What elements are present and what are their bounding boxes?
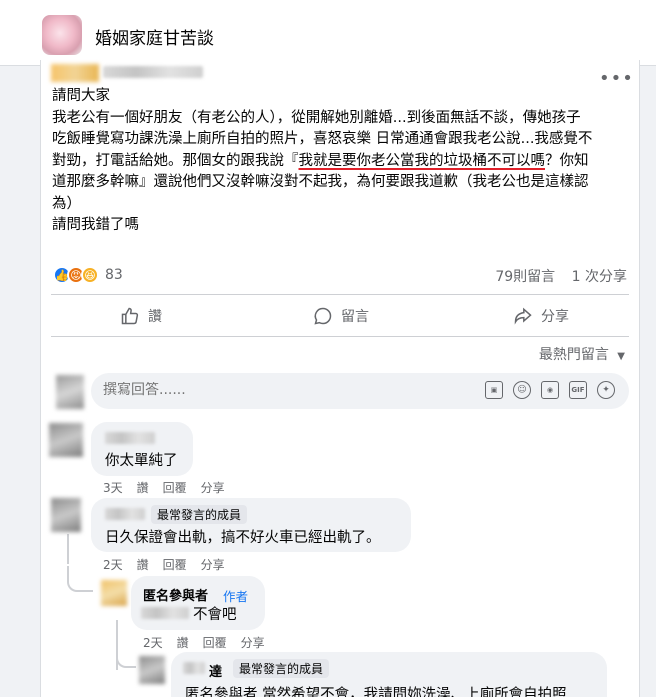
thread-line [67, 534, 69, 564]
comment-meta: 2天 讚 回覆 分享 [143, 634, 265, 651]
comment-bubble: 你太單純了 [91, 422, 193, 476]
thread-line [67, 566, 93, 592]
comment-time[interactable]: 3天 [103, 479, 123, 496]
divider [51, 294, 629, 295]
avatar[interactable] [49, 423, 83, 457]
comment-like-button[interactable]: 讚 [177, 634, 189, 651]
share-button[interactable]: 分享 [441, 298, 641, 334]
comment-meta: 2天 讚 回覆 分享 [103, 556, 225, 573]
comment-reply-button[interactable]: 回覆 [163, 479, 187, 496]
comment-meta: 3天 讚 回覆 分享 [103, 479, 225, 496]
post-line: 道那麼多幹嘛』還說他們又沒幹嘛沒對不起我，為何要跟我道歉（我老公也是這樣認 [52, 174, 589, 190]
group-header: 婚姻家庭甘苦談 [0, 0, 656, 66]
post-line: 對勁，打電話給她。那個女的跟我說『我就是要你老公當我的垃圾桶不可以嗎？你知 [52, 151, 632, 173]
comment-time[interactable]: 2天 [143, 634, 163, 651]
post-line-post: ？你知 [545, 152, 589, 169]
post-card: ••• 請問大家 我老公有一個好朋友（有老公的人），從開解她別離婚...到後面無… [40, 60, 640, 697]
sort-dropdown[interactable]: 最熱門留言 ▼ [539, 344, 625, 364]
post-author-blurred [51, 62, 206, 84]
like-label: 讚 [148, 309, 162, 325]
reactions[interactable]: 👍 😡 😆 83 [53, 265, 123, 285]
emoji-icon[interactable]: ☺ [513, 381, 531, 399]
post-line: 為） [52, 195, 81, 212]
chevron-down-icon: ▼ [617, 351, 625, 362]
comment-like-button[interactable]: 讚 [137, 479, 149, 496]
post-actions: 讚 留言 分享 [41, 298, 641, 334]
top-contributor-badge: 最常發言的成員 [151, 505, 248, 524]
commenter-name-blurred [105, 508, 145, 520]
post-line-pre: 對勁，打電話給她。那個女的跟我說『 [52, 152, 299, 169]
comment-count[interactable]: 79則留言 [495, 269, 555, 285]
camera-icon[interactable]: ◉ [541, 381, 559, 399]
share-count[interactable]: 1 次分享 [572, 269, 627, 285]
comment-text: 匿名參與者 當然希望不會，我請問妳洗澡、上廁所會自拍照 [185, 687, 567, 697]
post-line-underlined: 我就是要你老公當我的垃圾桶不可以嗎 [298, 152, 546, 169]
composer-icons: ▣ ☺ ◉ GIF ✦ [485, 381, 615, 399]
mention-blurred [141, 607, 189, 619]
like-button[interactable]: 讚 [41, 298, 241, 334]
share-icon [514, 307, 532, 325]
comment-like-button[interactable]: 讚 [137, 556, 149, 573]
comment-bubble: 最常發言的成員 日久保證會出軌，搞不好火車已經出軌了。 [91, 498, 411, 552]
comment-text: 日久保證會出軌，搞不好火車已經出軌了。 [105, 530, 381, 546]
gif-icon[interactable]: GIF [569, 381, 587, 399]
share-label: 分享 [541, 309, 569, 325]
commenter-name[interactable]: 匿名參與者 [143, 585, 208, 604]
like-icon [121, 307, 139, 325]
post-line: 吃飯睡覺寫功課洗澡上廁所自拍的照片，喜怒哀樂 日常通通會跟我老公說...我感覺不 [52, 131, 593, 147]
thread-line [116, 644, 136, 668]
divider [51, 336, 629, 337]
commenter-name-blurred [105, 432, 155, 444]
comment-button[interactable]: 留言 [241, 298, 441, 334]
comment-reply-button[interactable]: 回覆 [203, 634, 227, 651]
comment-share-button[interactable]: 分享 [201, 556, 225, 573]
comment-reply-button[interactable]: 回覆 [163, 556, 187, 573]
haha-reaction-icon: 😆 [81, 266, 99, 284]
comment-text: 你太單純了 [105, 453, 178, 469]
comment-text: 不會吧 [193, 607, 237, 623]
post-body: 請問大家 我老公有一個好朋友（有老公的人），從開解她別離婚...到後面無話不談，… [52, 86, 632, 237]
sort-label: 最熱門留言 [538, 347, 609, 363]
group-avatar[interactable] [42, 15, 82, 55]
avatar[interactable] [139, 656, 165, 684]
comment-bubble: 達 最常發言的成員 匿名參與者 當然希望不會，我請問妳洗澡、上廁所會自拍照 [171, 652, 607, 697]
post-line: 我老公有一個好朋友（有老公的人），從開解她別離婚...到後面無話不談，傳她孩子 [52, 109, 581, 126]
comment-composer[interactable]: ▣ ☺ ◉ GIF ✦ [91, 373, 629, 409]
avatar-sticker-icon[interactable]: ▣ [485, 381, 503, 399]
comment-share-button[interactable]: 分享 [241, 634, 265, 651]
comment-share-button[interactable]: 分享 [201, 479, 225, 496]
reaction-count: 83 [105, 267, 123, 283]
avatar [56, 375, 84, 409]
comment-input[interactable] [103, 382, 303, 398]
post-stats: 79則留言 1 次分享 [483, 266, 627, 286]
post-line: 請問大家 [52, 88, 110, 104]
avatar[interactable] [51, 498, 81, 532]
commenter-name-blurred [183, 662, 205, 674]
comment-label: 留言 [341, 309, 369, 325]
comment-bubble: 匿名參與者 作者 不會吧 [131, 576, 265, 630]
post-line: 請問我錯了嗎 [52, 217, 139, 233]
comment-time[interactable]: 2天 [103, 556, 123, 573]
comment-icon [314, 307, 332, 325]
sticker-icon[interactable]: ✦ [597, 381, 615, 399]
group-name[interactable]: 婚姻家庭甘苦談 [95, 24, 214, 49]
top-contributor-badge: 最常發言的成員 [233, 659, 330, 678]
avatar[interactable] [101, 580, 127, 606]
commenter-name-suffix[interactable]: 達 [209, 661, 222, 680]
